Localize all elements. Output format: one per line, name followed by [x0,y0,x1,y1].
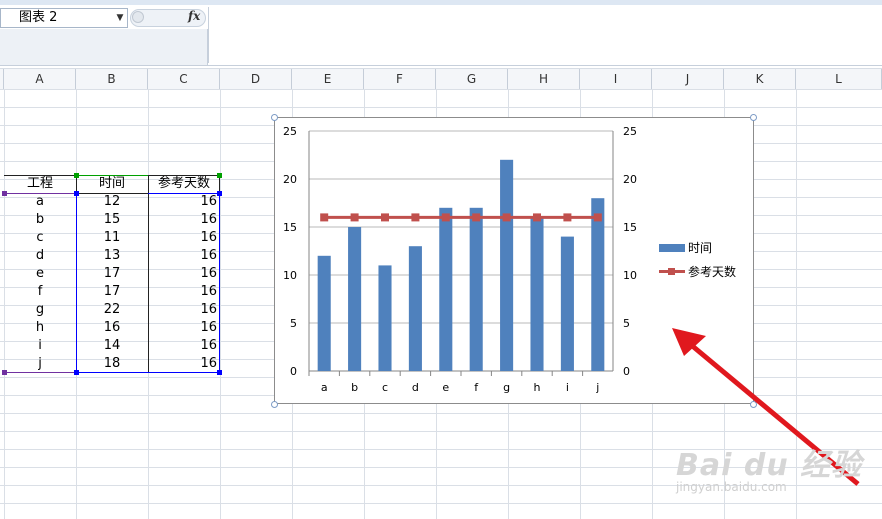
watermark-url: jingyan.baidu.com [676,480,787,494]
watermark: Bai du 经验 jingyan.baidu.com [676,440,876,500]
watermark-logo: Bai du 经验 [676,448,863,483]
